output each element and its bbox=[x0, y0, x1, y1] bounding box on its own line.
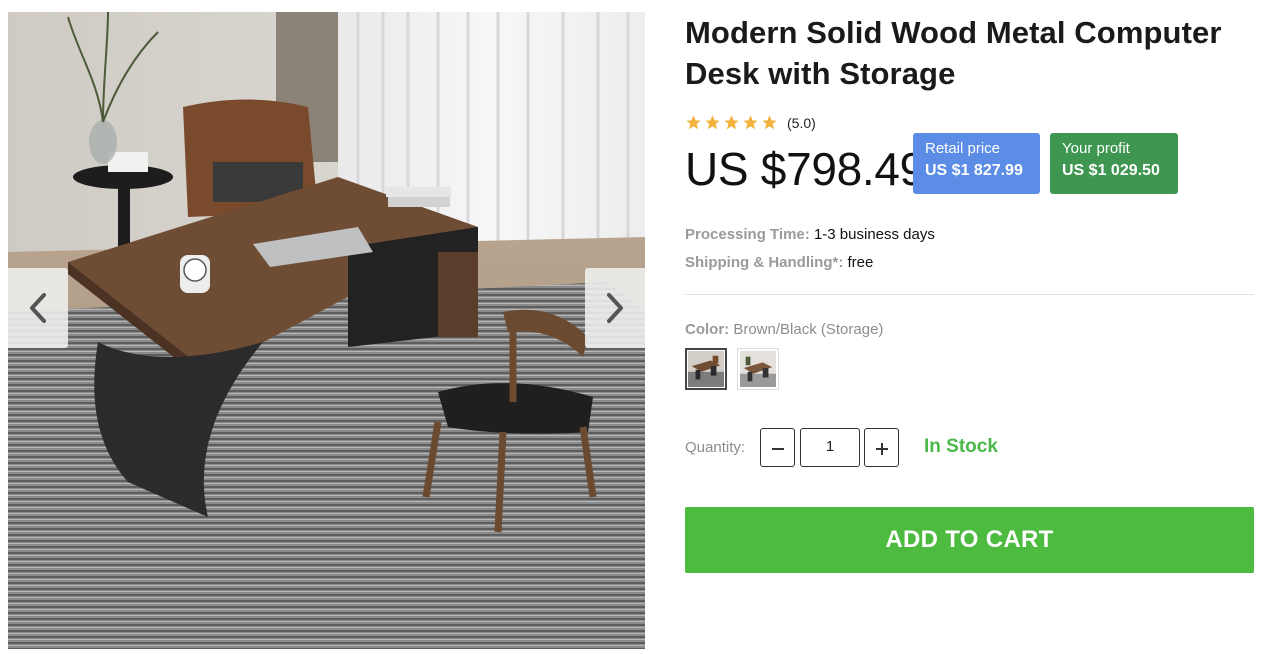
divider bbox=[685, 294, 1254, 295]
profit-badge: Your profit US $1 029.50 bbox=[1050, 133, 1178, 194]
gallery-prev-button[interactable] bbox=[8, 268, 68, 348]
rating-value: (5.0) bbox=[787, 114, 816, 131]
quantity-increase-button[interactable] bbox=[864, 428, 899, 467]
retail-price-value: US $1 827.99 bbox=[925, 162, 1023, 179]
quantity-decrease-button[interactable] bbox=[760, 428, 795, 467]
product-photo bbox=[8, 12, 645, 649]
quantity-input[interactable] bbox=[800, 428, 860, 467]
add-to-cart-button[interactable]: ADD TO CART bbox=[685, 507, 1254, 573]
retail-price-badge: Retail price US $1 827.99 bbox=[913, 133, 1040, 194]
rating-stars bbox=[685, 114, 778, 131]
color-selector-label: Color: Brown/Black (Storage) bbox=[685, 321, 883, 338]
color-swatch-alt[interactable] bbox=[737, 348, 779, 390]
color-swatch-brown-black-storage[interactable] bbox=[685, 348, 727, 390]
star-icon bbox=[724, 115, 739, 130]
star-icon bbox=[686, 115, 701, 130]
product-gallery bbox=[8, 12, 645, 649]
swatch-thumbnail bbox=[740, 351, 776, 387]
product-price: US $798.49 bbox=[685, 143, 925, 195]
color-value: Brown/Black (Storage) bbox=[733, 321, 884, 338]
minus-icon bbox=[771, 447, 784, 450]
star-icon bbox=[743, 115, 758, 130]
retail-price-label: Retail price bbox=[925, 140, 1001, 157]
product-info: Modern Solid Wood Metal Computer Desk wi… bbox=[685, 12, 1254, 573]
shipping-label: Shipping & Handling*: bbox=[685, 254, 844, 271]
gallery-next-button[interactable] bbox=[585, 268, 645, 348]
quantity-label: Quantity: bbox=[685, 439, 746, 456]
color-label: Color: bbox=[685, 321, 730, 338]
processing-time-value: 1-3 business days bbox=[813, 226, 935, 243]
shipping-handling: Shipping & Handling*: free bbox=[685, 254, 873, 271]
processing-time: Processing Time: 1-3 business days bbox=[685, 226, 935, 243]
star-icon bbox=[705, 115, 720, 130]
product-title: Modern Solid Wood Metal Computer Desk wi… bbox=[685, 15, 1222, 91]
star-icon bbox=[762, 115, 777, 130]
shipping-value: free bbox=[847, 254, 874, 271]
chevron-right-icon bbox=[607, 293, 623, 323]
swatch-thumbnail bbox=[688, 351, 724, 387]
product-rating[interactable]: (5.0) bbox=[685, 114, 816, 131]
color-swatches bbox=[685, 348, 779, 390]
stock-status: In Stock bbox=[924, 436, 998, 457]
processing-time-label: Processing Time: bbox=[685, 226, 810, 243]
plus-icon bbox=[875, 442, 888, 455]
profit-value: US $1 029.50 bbox=[1062, 162, 1160, 179]
chevron-left-icon bbox=[30, 293, 46, 323]
profit-label: Your profit bbox=[1062, 140, 1130, 157]
